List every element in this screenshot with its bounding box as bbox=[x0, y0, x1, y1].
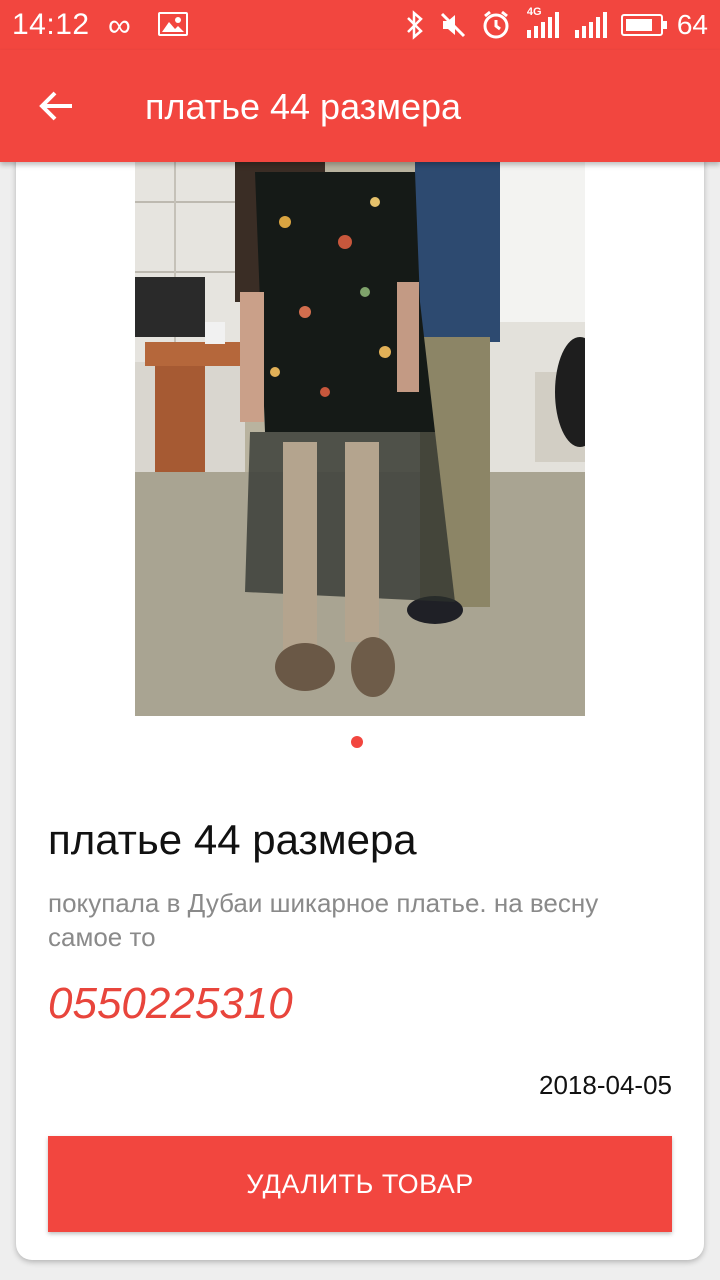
app-bar: платье 44 размера bbox=[0, 50, 720, 162]
product-title: платье 44 размера bbox=[48, 816, 417, 863]
arrow-left-icon bbox=[39, 91, 72, 121]
signal-4g-icon: 4G bbox=[525, 6, 559, 40]
battery-icon bbox=[620, 14, 667, 36]
product-phone[interactable]: 0550225310 bbox=[48, 978, 293, 1030]
alarm-icon bbox=[483, 10, 509, 39]
status-bar: 14:12 ∞ 4G 64 bbox=[0, 0, 720, 50]
status-time: 14:12 bbox=[12, 8, 90, 41]
product-card: платье 44 размера покупала в Дубаи шикар… bbox=[16, 150, 704, 1260]
pager-dot-active bbox=[351, 736, 363, 748]
bluetooth-icon bbox=[406, 10, 423, 40]
product-date: 2018-04-05 bbox=[539, 1070, 672, 1100]
page-title: платье 44 размера bbox=[145, 86, 462, 127]
back-button[interactable] bbox=[28, 78, 84, 134]
mute-icon bbox=[440, 12, 465, 38]
infinity-icon: ∞ bbox=[108, 7, 131, 43]
status-icons: 4G 64 bbox=[405, 6, 708, 42]
product-description: покупала в Дубаи шикарное платье. на вес… bbox=[48, 888, 599, 952]
battery-percent: 64 bbox=[676, 9, 708, 40]
signal-icon bbox=[574, 12, 607, 38]
delete-item-button[interactable]: УДАЛИТЬ ТОВАР bbox=[48, 1136, 672, 1232]
product-photo[interactable] bbox=[135, 162, 585, 716]
image-notification-icon bbox=[158, 12, 188, 36]
